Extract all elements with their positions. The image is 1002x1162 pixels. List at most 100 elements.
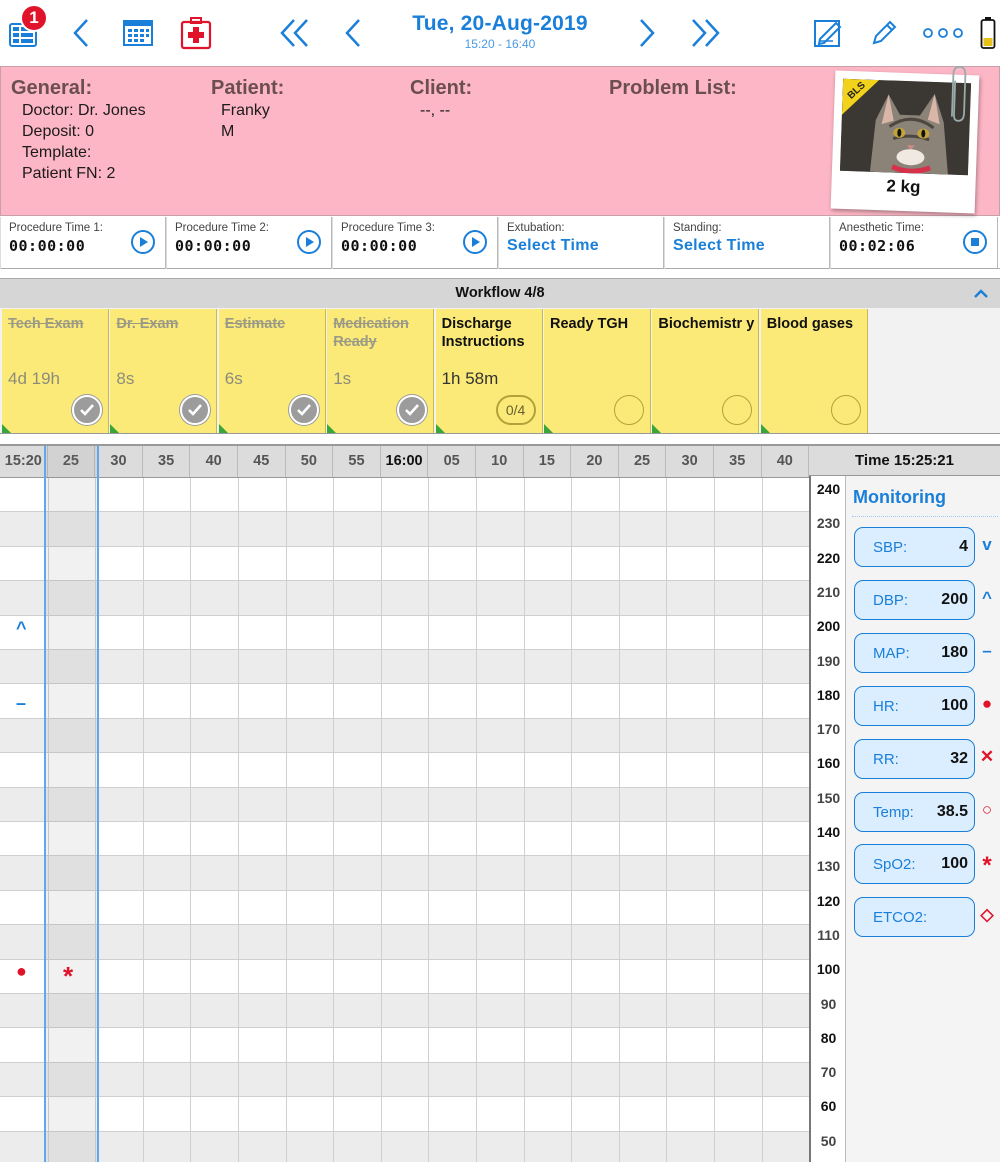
time-column-label: 25 [619, 446, 667, 477]
back-button[interactable] [66, 10, 96, 56]
grid-row [0, 478, 809, 513]
first-page-button[interactable] [274, 10, 314, 56]
progress-badge: 0/4 [495, 395, 536, 425]
scale-tick: 130 [816, 858, 841, 875]
vital-label: DBP: [873, 591, 909, 609]
procedure-cell-2[interactable]: Procedure Time 2: 00:00:00 [166, 217, 332, 269]
procedure-cell-1[interactable]: Procedure Time 1: 00:00:00 [0, 217, 166, 269]
scale-tick: 80 [820, 1029, 837, 1046]
current-date: Tue, 20-Aug-2019 [412, 12, 588, 35]
workflow-card[interactable]: Ready TGH [544, 309, 651, 433]
stop-button[interactable] [963, 230, 987, 254]
workflow-card[interactable]: Medication Ready 1s [327, 309, 435, 433]
grid-row [0, 1097, 809, 1132]
time-column-label: 55 [333, 446, 381, 477]
scale-tick: 240 [816, 481, 841, 497]
play-button[interactable] [131, 230, 155, 254]
grid-row [0, 718, 809, 754]
doctor-line: Doctor: Dr. Jones [22, 102, 146, 119]
more-button[interactable] [920, 10, 966, 56]
vital-value[interactable]: 4 [959, 538, 968, 556]
workflow-card-title: Discharge Instructions [441, 316, 525, 350]
workflow-card[interactable]: Discharge Instructions 1h 58m 0/4 [435, 309, 543, 433]
notes-button[interactable] [810, 10, 846, 56]
time-column-label: 30 [666, 446, 714, 477]
time-range: 15:20 - 16:40 [464, 37, 536, 51]
vital-label: SpO2: [873, 856, 916, 874]
workflow-card-time: 1s [333, 369, 352, 388]
scale-tick: 230 [816, 515, 841, 532]
timeline-grid[interactable]: 15:20 25 30 35 40 45 50 55 16:00 05 10 15 20 25 30 35 40… [0, 444, 809, 1162]
procedure-value[interactable]: Select Time [673, 237, 821, 255]
time-column-label: 15:20 [0, 446, 48, 477]
grid-column-line [618, 478, 620, 1162]
workflow-card[interactable]: Tech Exam 4d 19h [2, 309, 109, 433]
patient-name: Franky [221, 102, 270, 119]
hr-mark: ● [16, 961, 27, 982]
vital-value[interactable]: 32 [950, 750, 968, 768]
play-button[interactable] [297, 230, 321, 254]
grid-row [0, 856, 809, 891]
procedure-cell-3[interactable]: Procedure Time 3: 00:00:00 [332, 217, 498, 269]
vital-dbp-field[interactable]: DBP: 200 [854, 579, 975, 620]
last-page-button[interactable] [686, 10, 726, 56]
vital-value[interactable]: 100 [941, 855, 968, 873]
workflow-card[interactable]: Dr. Exam 8s [110, 309, 218, 433]
vital-value[interactable]: 180 [941, 644, 968, 662]
calendar-button[interactable] [120, 10, 156, 56]
workflow-card-title: Medication Ready [333, 316, 409, 350]
workflow-card[interactable]: Biochemistr y [652, 309, 760, 433]
grid-row [0, 753, 809, 788]
edit-button[interactable] [866, 10, 902, 56]
vital-spo2-field[interactable]: SpO2: 100 [854, 844, 975, 885]
medical-kit-icon [180, 17, 212, 50]
corner-marker [652, 424, 662, 433]
procedure-cell-6[interactable]: Anesthetic Time: 00:02:06 [830, 217, 998, 269]
time-column-label: 50 [286, 446, 334, 477]
vital-map-field[interactable]: MAP: 180 [854, 632, 975, 673]
workflow-card[interactable]: Estimate 6s [218, 309, 326, 433]
vital-symbol-icon: * [982, 852, 992, 880]
check-icon [288, 395, 319, 425]
time-column-label: 15 [524, 446, 572, 477]
workflow-card[interactable]: Blood gases [760, 309, 868, 433]
vital-temp-field[interactable]: Temp: 38.5 [854, 791, 975, 832]
patient-photo[interactable]: BLS 2 kg [830, 65, 980, 214]
grid-row [0, 822, 809, 857]
workflow-card-title: Ready TGH [550, 316, 629, 332]
client-name: --, -- [420, 102, 451, 119]
previous-day-button[interactable] [338, 10, 368, 56]
battery-icon [980, 17, 996, 49]
grid-column-line [476, 478, 477, 1162]
play-button[interactable] [463, 230, 487, 254]
workflow-header[interactable]: Workflow 4/8 [0, 278, 1000, 308]
vital-value[interactable]: 200 [941, 591, 968, 609]
vital-hr-field[interactable]: HR: 100 [854, 685, 975, 726]
date-selector[interactable]: Tue, 20-Aug-2019 15:20 - 16:40 [380, 12, 620, 51]
problem-list-section[interactable]: Problem List: [609, 77, 737, 100]
vital-symbol-icon: ^ [982, 587, 992, 607]
play-icon [472, 237, 480, 247]
vital-sbp-field[interactable]: SBP: 4 [854, 527, 975, 567]
grid-column-line [428, 478, 430, 1162]
procedure-cell-4[interactable]: Extubation: Select Time [498, 217, 664, 269]
workflow-card-title: Dr. Exam [116, 316, 179, 332]
chevron-up-icon[interactable] [972, 285, 990, 303]
current-time-cursor[interactable] [44, 446, 99, 1162]
grid-column-line [142, 478, 144, 1162]
grid-row [0, 512, 809, 547]
check-icon [180, 395, 211, 425]
procedure-cell-5[interactable]: Standing: Select Time [664, 217, 830, 269]
vital-symbol-icon: ● [981, 693, 993, 713]
medical-kit-button[interactable] [178, 10, 214, 56]
corner-marker [218, 424, 228, 433]
vital-etco2-field[interactable]: ETCO2: [854, 897, 975, 938]
vital-label: SBP: [873, 539, 908, 556]
procedure-value[interactable]: Select Time [507, 237, 655, 255]
vital-label: RR: [873, 750, 899, 768]
vital-value[interactable]: 38.5 [937, 803, 968, 821]
empty-circle-icon [830, 395, 861, 425]
vital-rr-field[interactable]: RR: 32 [854, 738, 975, 779]
next-day-button[interactable] [632, 10, 662, 56]
vital-value[interactable]: 100 [941, 697, 968, 715]
